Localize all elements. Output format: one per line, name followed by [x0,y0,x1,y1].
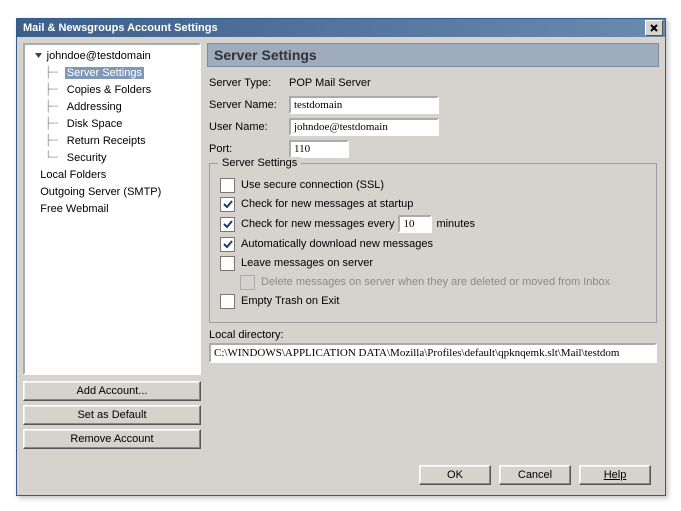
fieldset-legend: Server Settings [218,157,301,169]
local-dir-input[interactable] [209,343,657,363]
port-label: Port: [209,143,289,155]
tree-root-smtp[interactable]: Outgoing Server (SMTP) [25,183,199,200]
tree-label: Disk Space [65,118,125,130]
tree-label: Local Folders [38,169,108,181]
check-every-suffix: minutes [436,218,475,230]
user-name-input[interactable] [289,118,439,136]
leave-on-server-checkbox[interactable] [220,256,235,271]
startup-checkbox[interactable] [220,197,235,212]
tree-child-return[interactable]: ├┄ Return Receipts [25,132,199,149]
tree-root-webmail[interactable]: Free Webmail [25,200,199,217]
titlebar: Mail & Newsgroups Account Settings [17,19,665,37]
set-default-button[interactable]: Set as Default [23,405,201,425]
window-title: Mail & Newsgroups Account Settings [23,22,218,34]
delete-moved-label: Delete messages on server when they are … [261,276,610,288]
expand-icon [34,51,43,60]
help-label: Help [604,469,627,481]
server-type-value: POP Mail Server [289,77,371,89]
check-every-prefix: Check for new messages every [241,218,394,230]
cancel-button[interactable]: Cancel [499,465,571,485]
ssl-checkbox[interactable] [220,178,235,193]
close-icon [650,24,658,32]
tree-account[interactable]: johndoe@testdomain [25,47,199,64]
check-every-checkbox[interactable] [220,217,235,232]
tree-label: Outgoing Server (SMTP) [38,186,163,198]
tree-child-addressing[interactable]: ├┄ Addressing [25,98,199,115]
tree-label: Free Webmail [38,203,110,215]
tree-child-diskspace[interactable]: ├┄ Disk Space [25,115,199,132]
account-tree[interactable]: johndoe@testdomain ├┄ Server Settings ├┄… [23,43,201,375]
auto-download-label: Automatically download new messages [241,238,433,250]
settings-window: Mail & Newsgroups Account Settings johnd… [16,18,666,496]
tree-label: Server Settings [65,67,144,79]
ok-button[interactable]: OK [419,465,491,485]
remove-account-button[interactable]: Remove Account [23,429,201,449]
close-button[interactable] [645,20,663,36]
empty-trash-checkbox[interactable] [220,294,235,309]
tree-label: Copies & Folders [65,84,153,96]
server-type-label: Server Type: [209,77,289,89]
server-name-input[interactable] [289,96,439,114]
server-name-label: Server Name: [209,99,289,111]
check-interval-input[interactable] [398,215,432,233]
tree-label: johndoe@testdomain [45,50,153,62]
panel-header: Server Settings [207,43,659,67]
startup-label: Check for new messages at startup [241,198,413,210]
tree-label: Return Receipts [65,135,148,147]
tree-root-local[interactable]: Local Folders [25,166,199,183]
ssl-label: Use secure connection (SSL) [241,179,384,191]
delete-moved-row: Delete messages on server when they are … [220,274,646,290]
auto-download-checkbox[interactable] [220,237,235,252]
delete-moved-checkbox [240,275,255,290]
port-input[interactable] [289,140,349,158]
tree-label: Security [65,152,109,164]
check-every-row[interactable]: Check for new messages every minutes [220,215,646,233]
tree-child-server-settings[interactable]: ├┄ Server Settings [25,64,199,81]
tree-label: Addressing [65,101,124,113]
dialog-footer: OK Cancel Help [17,455,665,495]
startup-row[interactable]: Check for new messages at startup [220,196,646,212]
ssl-row[interactable]: Use secure connection (SSL) [220,177,646,193]
help-button[interactable]: Help [579,465,651,485]
local-dir-label: Local directory: [209,329,657,341]
user-name-label: User Name: [209,121,289,133]
tree-child-copies[interactable]: ├┄ Copies & Folders [25,81,199,98]
empty-trash-row[interactable]: Empty Trash on Exit [220,293,646,309]
add-account-button[interactable]: Add Account... [23,381,201,401]
empty-trash-label: Empty Trash on Exit [241,295,339,307]
leave-on-server-row[interactable]: Leave messages on server [220,255,646,271]
leave-on-server-label: Leave messages on server [241,257,373,269]
server-settings-group: Server Settings Use secure connection (S… [209,163,657,323]
tree-child-security[interactable]: └┄ Security [25,149,199,166]
auto-download-row[interactable]: Automatically download new messages [220,236,646,252]
